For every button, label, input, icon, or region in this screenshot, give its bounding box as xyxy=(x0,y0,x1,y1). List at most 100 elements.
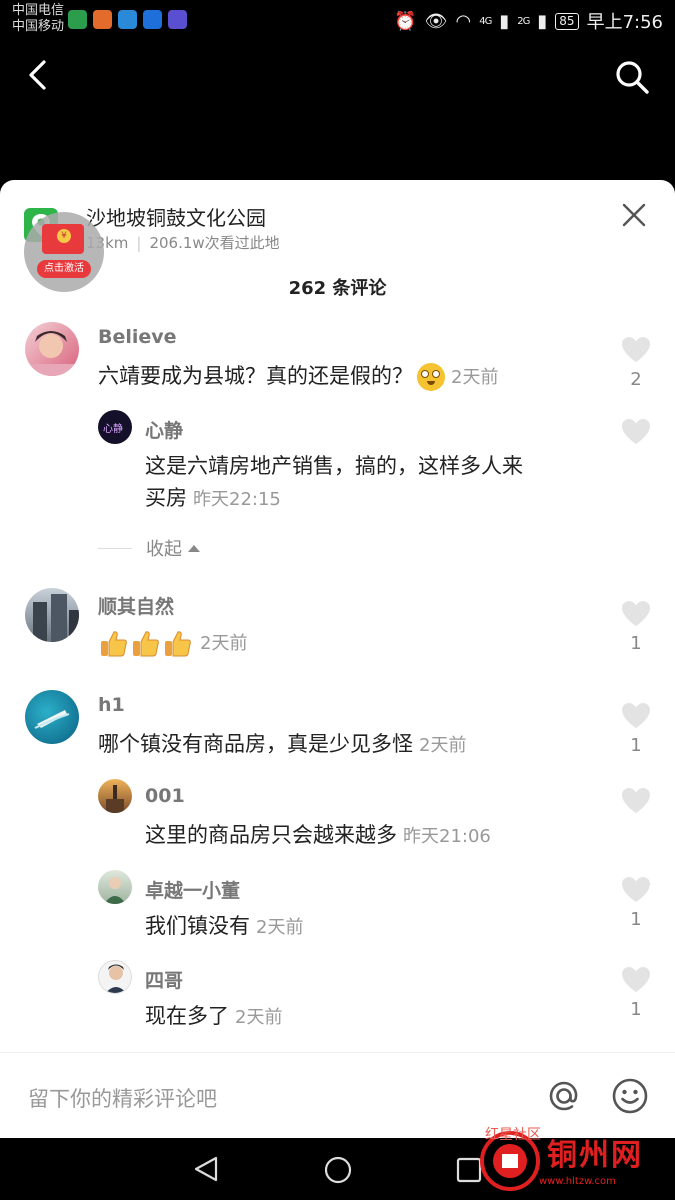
thumbs-up-icon xyxy=(101,631,127,657)
emoji-mouth xyxy=(427,381,435,385)
top-bar xyxy=(0,40,675,180)
emoji-icon[interactable] xyxy=(611,1077,649,1115)
app-notification-icon xyxy=(143,10,162,29)
heart-icon xyxy=(622,419,650,444)
avatar[interactable] xyxy=(98,779,132,813)
battery-level: 85 xyxy=(555,12,579,30)
eye-icon: 👁 xyxy=(424,10,448,32)
username[interactable]: 心静 xyxy=(145,416,183,443)
comment-time: 昨天22:15 xyxy=(193,489,281,510)
like-count: 1 xyxy=(630,735,642,756)
back-icon[interactable] xyxy=(22,58,56,92)
emoji-eye xyxy=(432,370,440,378)
heart-icon xyxy=(622,967,650,992)
comment-time: 2天前 xyxy=(419,735,467,756)
wifi-icon: ◠ xyxy=(455,10,472,32)
like-button[interactable] xyxy=(621,787,651,814)
comments-sheet: 沙地坡铜鼓文化公园 13km | 206.1w次看过此地 ¥ 点击激活 262 条评… xyxy=(0,180,675,1138)
clock: 早上7:56 xyxy=(586,12,663,33)
avatar[interactable] xyxy=(98,960,132,994)
nav-home-icon[interactable] xyxy=(323,1155,353,1185)
emoji-eye xyxy=(421,370,429,378)
comment-text: 现在多了 2天前 xyxy=(145,1000,282,1034)
notification-icons xyxy=(68,10,187,29)
avatar[interactable] xyxy=(25,690,79,744)
comment-body: 这里的商品房只会越来越多 xyxy=(145,823,397,847)
comment-body-line2: 买房 昨天22:15 xyxy=(145,482,615,516)
app-notification-icon xyxy=(168,10,187,29)
app-notification-icon xyxy=(93,10,112,29)
signal-icon: ▮ xyxy=(537,10,548,32)
chevron-up-icon xyxy=(188,544,200,552)
app-notification-icon xyxy=(118,10,137,29)
location-meta: 13km | 206.1w次看过此地 xyxy=(86,232,280,253)
username[interactable]: 卓越一小董 xyxy=(145,876,240,903)
location-name[interactable]: 沙地坡铜鼓文化公园 xyxy=(86,202,266,231)
heart-icon xyxy=(622,877,650,902)
like-count: 1 xyxy=(630,633,642,654)
meta-divider: | xyxy=(136,234,142,252)
app-notification-icon xyxy=(68,10,87,29)
comment-body: 这是六靖房地产销售，搞的，这样多人来 xyxy=(145,454,523,478)
status-right: ⏰ 👁 ◠ 4G ▮ 2G ▮ 85 早上7:56 xyxy=(394,8,663,34)
username[interactable]: 顺其自然 xyxy=(98,592,174,619)
alarm-icon: ⏰ xyxy=(394,10,417,32)
watermark-text: 铜州网 xyxy=(547,1138,643,1173)
like-count: 1 xyxy=(630,909,642,930)
avatar-text: 心静 xyxy=(103,424,123,435)
comment-text: 2天前 xyxy=(98,626,247,660)
comment-body: 我们镇没有 xyxy=(145,914,250,938)
network-1: 4G xyxy=(479,15,492,27)
comment-text: 哪个镇没有商品房，真是少见多怪 2天前 xyxy=(98,728,466,762)
like-button[interactable] xyxy=(621,418,651,445)
carrier-2: 中国移动 xyxy=(12,19,65,34)
signal-icon: ▮ xyxy=(499,10,510,32)
avatar[interactable]: 心静 xyxy=(98,410,132,444)
avatar[interactable] xyxy=(25,588,79,642)
heart-icon xyxy=(622,703,650,728)
avatar[interactable] xyxy=(98,870,132,904)
comment-input[interactable]: 留下你的精彩评论吧 xyxy=(28,1083,217,1113)
like-count: 2 xyxy=(630,369,642,390)
emoji-icon xyxy=(417,363,445,391)
thumbs-up-icon xyxy=(133,631,159,657)
search-icon[interactable] xyxy=(613,58,651,96)
status-bar: 中国电信 中国移动 ⏰ 👁 ◠ 4G ▮ 2G ▮ 85 早上7:56 xyxy=(0,0,675,40)
comment-body-cont: 买房 xyxy=(145,486,187,510)
at-icon[interactable] xyxy=(545,1077,583,1115)
comment-body: 现在多了 xyxy=(145,1004,229,1028)
network-2: 2G xyxy=(517,15,530,27)
red-envelope-icon: ¥ xyxy=(42,224,84,254)
like-button[interactable]: 1 xyxy=(621,966,651,1020)
username[interactable]: Believe xyxy=(98,326,177,348)
username[interactable]: 001 xyxy=(145,785,185,807)
like-button[interactable]: 1 xyxy=(621,702,651,756)
collapse-label: 收起 xyxy=(146,539,182,560)
collapse-replies-button[interactable]: 收起 xyxy=(98,535,200,561)
watermark-sub: 红星社区 xyxy=(485,1127,541,1143)
avatar[interactable] xyxy=(25,322,79,376)
comment-body: 哪个镇没有商品房，真是少见多怪 xyxy=(98,732,413,756)
comment-count: 262 条评论 xyxy=(288,278,387,299)
collapse-divider xyxy=(98,547,132,549)
nav-back-icon[interactable] xyxy=(192,1155,220,1183)
comment-text: 这里的商品房只会越来越多 昨天21:06 xyxy=(145,819,491,853)
username[interactable]: h1 xyxy=(98,694,125,716)
coin-icon: ¥ xyxy=(57,229,71,243)
like-button[interactable]: 2 xyxy=(621,336,651,390)
comment-time: 2天前 xyxy=(451,367,499,388)
like-button[interactable]: 1 xyxy=(621,876,651,930)
comment-time: 2天前 xyxy=(200,633,248,654)
thumbs-up-icon xyxy=(165,631,191,657)
username[interactable]: 四哥 xyxy=(145,966,183,993)
comment-text: 这是六靖房地产销售，搞的，这样多人来 买房 昨天22:15 xyxy=(145,450,615,516)
comment-time: 2天前 xyxy=(256,917,304,938)
like-count: 1 xyxy=(630,999,642,1020)
heart-icon xyxy=(622,601,650,626)
heart-icon xyxy=(622,788,650,813)
watermark-logo: 红星社区 铜州网 www.hltzw.com xyxy=(477,1124,667,1196)
close-icon[interactable] xyxy=(621,202,647,228)
like-button[interactable]: 1 xyxy=(621,600,651,654)
carrier-info: 中国电信 中国移动 xyxy=(12,3,64,35)
comment-time: 2天前 xyxy=(235,1007,283,1028)
